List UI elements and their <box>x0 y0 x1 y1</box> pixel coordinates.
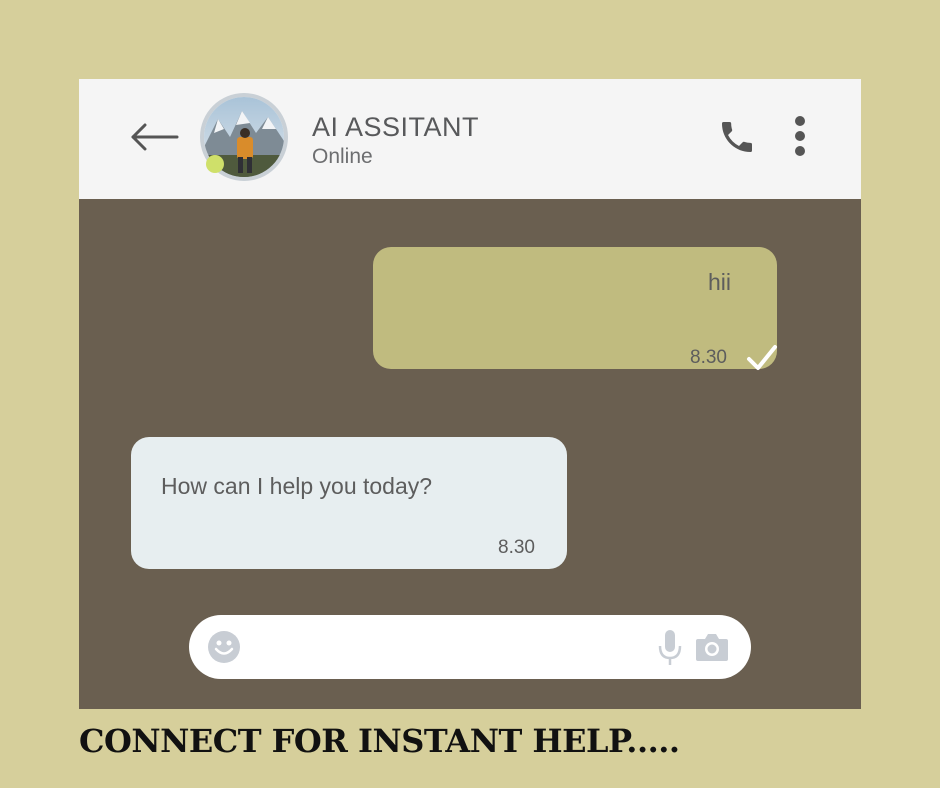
phone-icon[interactable] <box>717 117 757 157</box>
back-arrow-icon[interactable] <box>129 121 181 153</box>
chat-header: AI ASSITANT Online <box>79 79 861 199</box>
check-icon <box>747 345 777 370</box>
message-input[interactable] <box>255 627 639 669</box>
microphone-icon[interactable] <box>657 629 683 667</box>
caption: CONNECT FOR INSTANT HELP..... <box>79 722 680 760</box>
contact-name: AI ASSITANT <box>312 112 480 142</box>
message-time: 8.30 <box>498 537 535 558</box>
message-composer <box>189 615 751 679</box>
incoming-message[interactable]: How can I help you today? 8.30 <box>131 437 567 569</box>
contact-status: Online <box>312 145 373 168</box>
chat-window: AI ASSITANT Online hii 8.30 How can I he… <box>79 79 861 709</box>
online-status-dot <box>206 155 224 173</box>
camera-icon[interactable] <box>695 631 729 663</box>
more-vertical-icon[interactable] <box>789 115 811 157</box>
emoji-icon[interactable] <box>207 630 241 664</box>
message-text: How can I help you today? <box>161 473 433 499</box>
message-text: hii <box>707 269 731 295</box>
message-time: 8.30 <box>690 347 727 368</box>
outgoing-message[interactable]: hii 8.30 <box>373 247 777 370</box>
